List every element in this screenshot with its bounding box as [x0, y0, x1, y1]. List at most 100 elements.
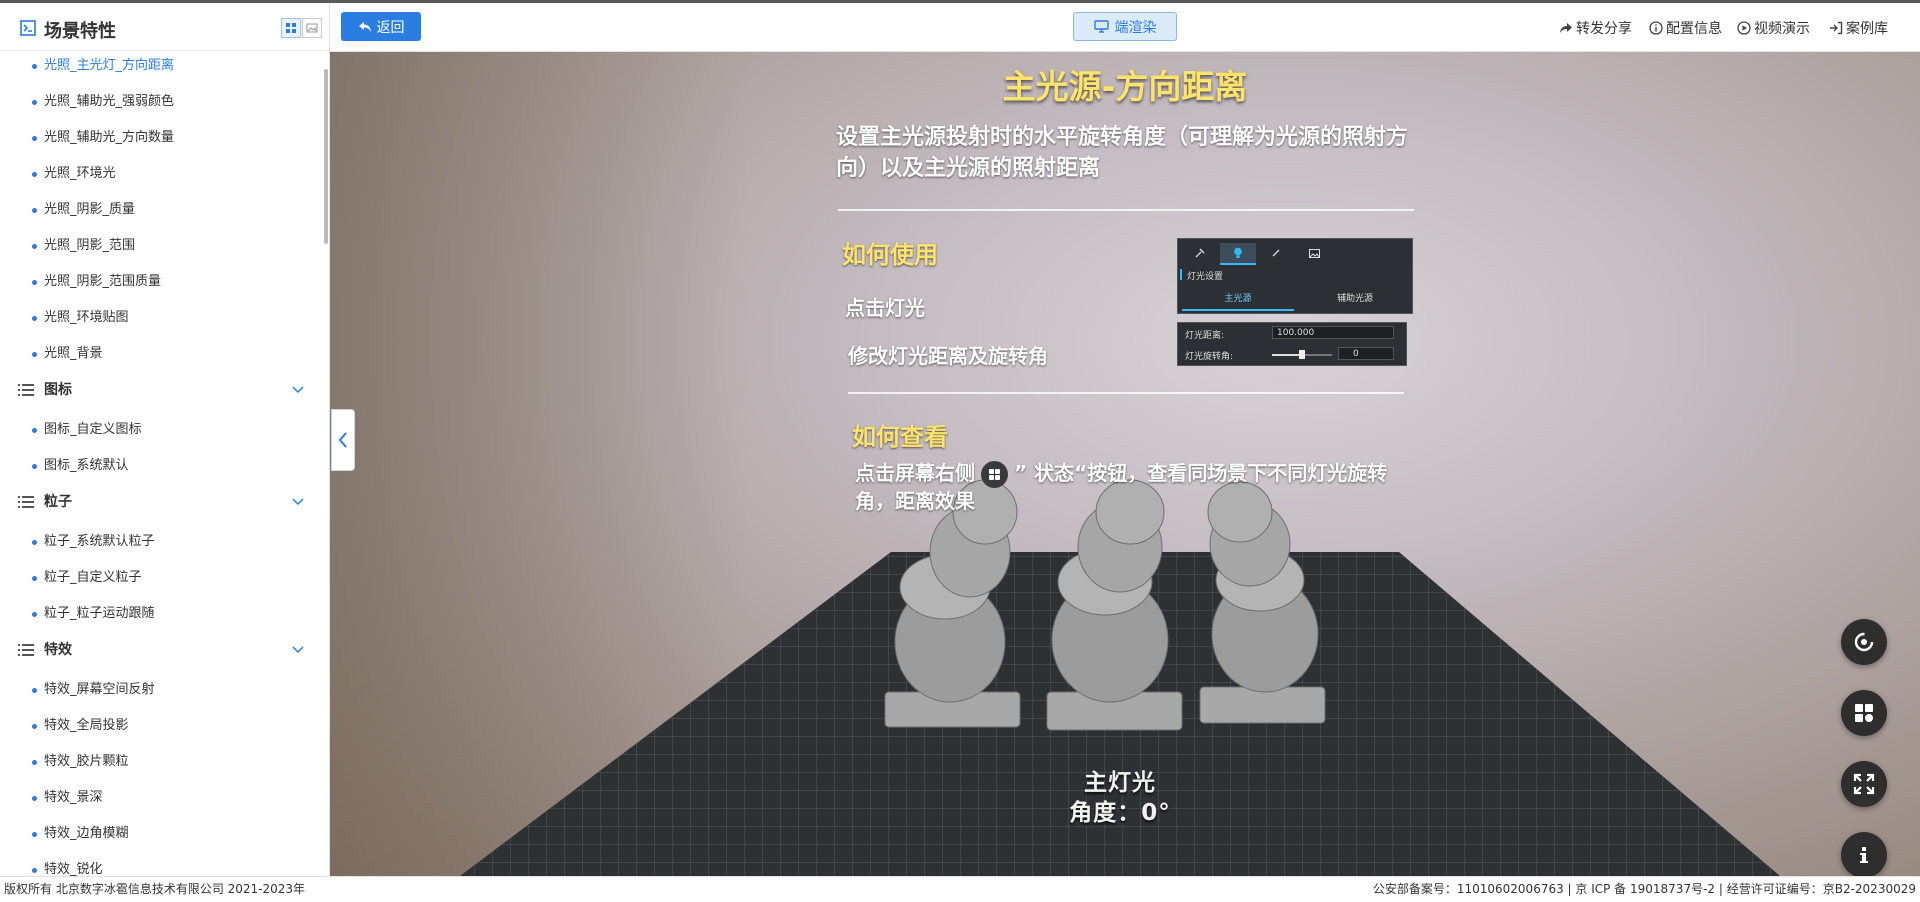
- icp-text: 公安部备案号：11010602006763 | 京 ICP 备 19018737…: [1372, 882, 1916, 896]
- bullet-icon: [32, 576, 37, 581]
- state-toggle-button[interactable]: [1841, 690, 1887, 736]
- light-settings-panel: 灯光设置 主光源 辅助光源: [1177, 238, 1413, 314]
- copyright-text: 版权所有 北京数字冰雹信息技术有限公司 2021-2023年: [4, 882, 306, 896]
- rotation-label: 灯光旋转角:: [1185, 352, 1234, 362]
- sidebar-item[interactable]: 特效_胶片颗粒: [0, 747, 320, 777]
- grid-view-toggle[interactable]: [281, 18, 301, 38]
- sidebar-item[interactable]: 光照_阴影_范围质量: [0, 267, 320, 297]
- grid-state-icon: [1855, 704, 1873, 722]
- state-grid-icon: [981, 461, 1008, 488]
- sidebar-item[interactable]: 光照_阴影_范围: [0, 231, 320, 261]
- tab-light: [1220, 243, 1256, 265]
- sidebar-item[interactable]: 图标_自定义图标: [0, 415, 320, 445]
- how-to-use-heading: 如何使用: [842, 241, 938, 269]
- how-to-view-heading: 如何查看: [852, 423, 948, 451]
- sidebar-group-effects[interactable]: 特效: [0, 635, 320, 665]
- 3d-viewport[interactable]: 主光源-方向距离 设置主光源投射时的水平旋转角度（可理解为光源的照射方向）以及主…: [330, 52, 1920, 876]
- info-circle-icon: [1649, 21, 1663, 35]
- light-angle-label: 主灯光 角度：0°: [1069, 770, 1171, 826]
- chevron-down-icon: [292, 498, 304, 506]
- image-view-toggle[interactable]: [302, 18, 322, 38]
- sidebar-item[interactable]: 特效_边角模糊: [0, 819, 320, 849]
- distance-label: 灯光距离:: [1185, 331, 1225, 341]
- brush-icon: [1272, 249, 1280, 257]
- sidebar-item[interactable]: 光照_辅助光_方向数量: [0, 123, 320, 153]
- bullet-icon: [32, 100, 37, 105]
- grid-view-icon: [286, 23, 296, 33]
- sidebar-item[interactable]: 光照_辅助光_强弱颜色: [0, 87, 320, 117]
- render-mode-button[interactable]: 端渲染: [1073, 12, 1177, 41]
- bullet-icon: [32, 832, 37, 837]
- aux-light-tab: 辅助光源: [1336, 294, 1373, 304]
- back-arrow-icon: [358, 21, 371, 32]
- divider: [848, 392, 1404, 394]
- reset-view-button[interactable]: [1841, 619, 1887, 665]
- bullet-icon: [32, 464, 37, 469]
- sidebar-item[interactable]: 光照_阴影_质量: [0, 195, 320, 225]
- bullet-icon: [32, 136, 37, 141]
- bulb-icon: [1234, 247, 1242, 258]
- sidebar-item[interactable]: 特效_景深: [0, 783, 320, 813]
- monitor-icon: [1093, 20, 1109, 33]
- divider: [838, 209, 1414, 211]
- sidebar-collapse-button[interactable]: [331, 409, 355, 471]
- sidebar-scrollbar[interactable]: [324, 69, 328, 244]
- rotate-camera-icon: [1854, 632, 1874, 652]
- sidebar-item[interactable]: 光照_环境光: [0, 159, 320, 189]
- tab-tools: [1182, 243, 1218, 263]
- fullscreen-button[interactable]: [1841, 761, 1887, 807]
- sidebar-group-particles[interactable]: 粒子: [0, 487, 320, 517]
- sidebar-item[interactable]: 图标_系统默认: [0, 451, 320, 481]
- sidebar-item[interactable]: 特效_全局投影: [0, 711, 320, 741]
- bullet-icon: [32, 352, 37, 357]
- back-button[interactable]: 返回: [341, 12, 421, 41]
- bullet-icon: [32, 540, 37, 545]
- info-button[interactable]: [1841, 832, 1887, 876]
- list-icon: [18, 384, 34, 396]
- sidebar-group-icons[interactable]: 图标: [0, 375, 320, 405]
- sidebar-item[interactable]: 粒子_系统默认粒子: [0, 527, 320, 557]
- bullet-icon: [32, 760, 37, 765]
- light-params-panel: 灯光距离: 100.000 灯光旋转角: 0: [1177, 322, 1407, 366]
- slide-title: 主光源-方向距离: [1002, 67, 1248, 106]
- play-circle-icon: [1737, 21, 1751, 35]
- rotation-slider: [1272, 350, 1332, 359]
- sidebar: 场景特性 光照_主光灯_方向距离 光照_辅助光_强弱颜色 光照_辅助光_方向数量…: [0, 3, 330, 876]
- bullet-icon: [32, 280, 37, 285]
- chevron-down-icon: [292, 646, 304, 654]
- case-library-button[interactable]: 案例库: [1829, 18, 1888, 38]
- rotation-input: 0: [1338, 347, 1394, 360]
- expand-icon: [1853, 773, 1875, 795]
- slide-description: 设置主光源投射时的水平旋转角度（可理解为光源的照射方向）以及主光源的照射距离: [836, 125, 1409, 181]
- step-modify-light: 修改灯光距离及旋转角: [848, 344, 1048, 368]
- sidebar-title: 场景特性: [44, 21, 116, 42]
- bullet-icon: [32, 244, 37, 249]
- config-info-button[interactable]: 配置信息: [1649, 18, 1722, 38]
- scene-icon: [20, 20, 36, 36]
- sidebar-item[interactable]: 特效_锐化: [0, 855, 320, 876]
- sidebar-item[interactable]: 光照_背景: [0, 339, 320, 369]
- sidebar-header: 场景特性: [0, 3, 329, 51]
- image-view-icon: [306, 23, 318, 33]
- top-toolbar: 返回 端渲染 转发分享 配置信息 视频演示 案例库: [330, 3, 1920, 52]
- bullet-icon: [32, 868, 37, 873]
- bullet-icon: [32, 796, 37, 801]
- list-icon: [18, 644, 34, 656]
- video-demo-button[interactable]: 视频演示: [1737, 18, 1810, 38]
- sidebar-item[interactable]: 特效_屏幕空间反射: [0, 675, 320, 705]
- sidebar-item[interactable]: 光照_主光灯_方向距离: [0, 51, 320, 81]
- bullet-icon: [32, 172, 37, 177]
- lion-statues: [884, 479, 1326, 731]
- distance-input: 100.000: [1272, 326, 1394, 339]
- bullet-icon: [32, 428, 37, 433]
- chevron-left-icon: [338, 432, 347, 448]
- step-click-light: 点击灯光: [845, 296, 925, 320]
- sidebar-item[interactable]: 粒子_自定义粒子: [0, 563, 320, 593]
- image-icon: [1308, 248, 1320, 258]
- sidebar-item[interactable]: 粒子_粒子运动跟随: [0, 599, 320, 629]
- bullet-icon: [32, 64, 37, 69]
- sidebar-item[interactable]: 光照_环境贴图: [0, 303, 320, 333]
- share-button[interactable]: 转发分享: [1559, 18, 1632, 38]
- enter-icon: [1830, 21, 1843, 35]
- tab-image: [1296, 243, 1332, 263]
